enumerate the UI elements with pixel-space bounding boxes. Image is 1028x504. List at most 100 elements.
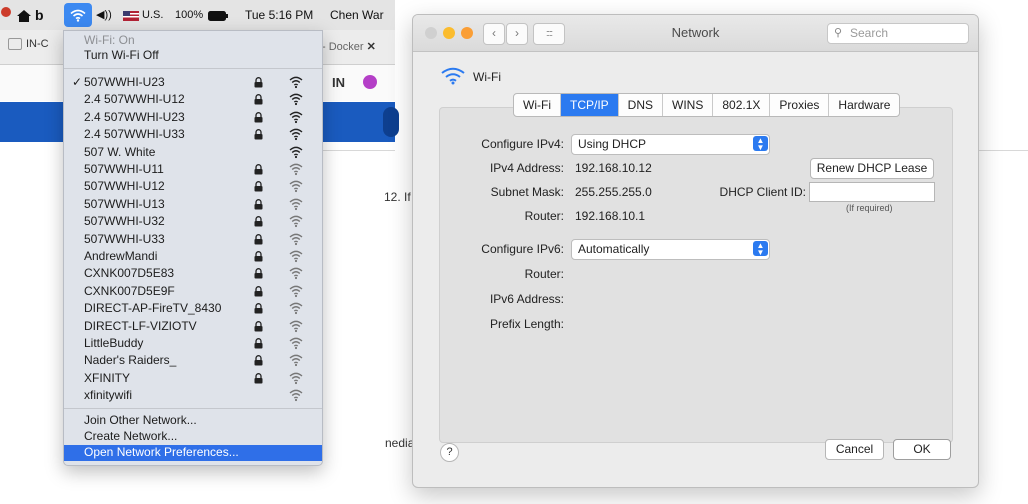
wifi-network-item[interactable]: AndrewMandi xyxy=(64,249,322,264)
browser-tab-right[interactable]: - Docker ✕ xyxy=(322,40,376,53)
popup-arrows-icon: ▲ ▼ xyxy=(753,241,768,257)
configure-ipv6-popup[interactable]: Automatically ▲ ▼ xyxy=(571,239,770,260)
tab-802-1x[interactable]: 802.1X xyxy=(713,94,771,116)
lock-icon xyxy=(254,303,263,314)
tab-close-icon[interactable]: ✕ xyxy=(367,41,376,53)
wifi-network-item[interactable]: ✓ 507WWHI-U23 xyxy=(64,75,322,90)
search-icon: ⚲ xyxy=(834,27,843,39)
wifi-network-name: 507WWHI-U13 xyxy=(84,196,165,211)
interface-name: Wi-Fi xyxy=(473,70,501,84)
browser-tab-left[interactable]: IN-C xyxy=(8,38,49,51)
home-icon[interactable] xyxy=(16,0,32,30)
wifi-icon xyxy=(441,67,465,85)
tab-tcp-ip[interactable]: TCP/IP xyxy=(560,94,619,116)
wifi-network-item[interactable]: 507 W. White xyxy=(64,145,322,160)
lock-icon xyxy=(254,285,263,297)
open-network-preferences-item[interactable]: Open Network Preferences... xyxy=(64,445,322,461)
wifi-network-name: 507WWHI-U33 xyxy=(84,231,165,246)
wifi-network-item[interactable]: 507WWHI-U33 xyxy=(64,232,322,247)
ipv4-address-value: 192.168.10.12 xyxy=(575,161,652,175)
wifi-network-name: XFINITY xyxy=(84,370,131,385)
wifi-network-name: AndrewMandi xyxy=(84,249,158,263)
battery-percent[interactable]: 100% xyxy=(175,0,203,30)
wifi-network-item[interactable]: LittleBuddy xyxy=(64,336,322,351)
lock-icon xyxy=(254,129,263,140)
wifi-signal-icon xyxy=(289,180,303,193)
tab-wi-fi[interactable]: Wi-Fi xyxy=(514,94,561,116)
menu-separator xyxy=(64,68,322,69)
wifi-network-item[interactable]: CXNK007D5E9F xyxy=(64,284,322,299)
extension-icon[interactable]: IN xyxy=(332,75,345,90)
wifi-network-item[interactable]: Nader's Raiders_ xyxy=(64,353,322,368)
wifi-network-item[interactable]: 507WWHI-U12 xyxy=(64,179,322,194)
divider xyxy=(321,150,395,151)
wifi-network-name: LittleBuddy xyxy=(84,336,144,350)
lock-icon xyxy=(254,372,263,384)
app-icon[interactable] xyxy=(0,0,12,30)
wifi-network-name: 2.4 507WWHI-U33 xyxy=(84,127,185,142)
wifi-signal-icon xyxy=(289,302,303,315)
wifi-network-item[interactable]: 2.4 507WWHI-U23 xyxy=(64,110,322,125)
router-value: 192.168.10.1 xyxy=(575,209,646,223)
wifi-network-item[interactable]: 2.4 507WWHI-U33 xyxy=(64,127,322,142)
tab-hardware[interactable]: Hardware xyxy=(829,94,899,116)
search-input[interactable]: ⚲ Search xyxy=(827,23,969,44)
lock-icon xyxy=(254,181,263,192)
browser-header-button[interactable] xyxy=(383,107,399,137)
battery-icon[interactable] xyxy=(208,0,228,30)
input-source[interactable]: U.S. xyxy=(142,0,163,30)
wifi-signal-icon xyxy=(289,337,303,350)
volume-icon[interactable]: ◀)) xyxy=(96,0,112,30)
cancel-button[interactable]: Cancel xyxy=(825,439,884,460)
wifi-signal-icon xyxy=(289,233,303,246)
wifi-signal-icon xyxy=(289,285,303,298)
tab-proxies[interactable]: Proxies xyxy=(770,94,830,116)
wifi-network-item[interactable]: 507WWHI-U32 xyxy=(64,214,322,229)
lock-icon xyxy=(254,251,263,262)
lock-icon xyxy=(254,320,263,332)
page-text-fragment: nedia xyxy=(385,436,415,450)
tab-dns[interactable]: DNS xyxy=(619,94,663,116)
tab-wins[interactable]: WINS xyxy=(663,94,714,116)
configure-ipv4-popup[interactable]: Using DHCP ▲ ▼ xyxy=(571,134,770,155)
join-other-network-item[interactable]: Join Other Network... xyxy=(64,413,322,428)
subnet-mask-value: 255.255.255.0 xyxy=(575,185,652,199)
bing-icon[interactable]: b xyxy=(35,0,44,30)
wifi-signal-icon xyxy=(289,389,303,402)
lock-icon xyxy=(254,355,263,366)
wifi-network-name: 507WWHI-U32 xyxy=(84,214,165,229)
wifi-network-item[interactable]: xfinitywifi xyxy=(64,388,322,403)
renew-dhcp-lease-button[interactable]: Renew DHCP Lease xyxy=(810,158,934,179)
divider xyxy=(978,150,1028,151)
wifi-signal-icon xyxy=(289,163,303,176)
extension-2-icon[interactable] xyxy=(363,75,377,89)
wifi-network-item[interactable]: CXNK007D5E83 xyxy=(64,266,322,281)
wifi-network-item[interactable]: 2.4 507WWHI-U12 xyxy=(64,92,322,107)
network-preferences-window: ‹ › :::: Network ⚲ Search Wi-Fi Wi-Fi TCP… xyxy=(412,14,979,488)
wifi-network-item[interactable]: DIRECT-AP-FireTV_8430 xyxy=(64,301,322,316)
wifi-signal-icon xyxy=(289,372,303,385)
turn-wifi-off-item[interactable]: Turn Wi-Fi Off xyxy=(64,48,322,63)
create-network-item[interactable]: Create Network... xyxy=(64,429,322,444)
help-button[interactable]: ? xyxy=(440,443,459,462)
wifi-network-item[interactable]: 507WWHI-U11 xyxy=(64,162,322,177)
wifi-signal-icon xyxy=(289,76,303,89)
wifi-network-item[interactable]: XFINITY xyxy=(64,371,322,386)
wifi-dropdown-menu: Wi-Fi: On Turn Wi-Fi Off ✓ 507WWHI-U23 2.4… xyxy=(63,30,323,466)
wifi-signal-icon xyxy=(289,267,303,280)
wifi-menu-icon[interactable] xyxy=(64,3,92,27)
wifi-network-item[interactable]: DIRECT-LF-VIZIOTV xyxy=(64,319,322,334)
ok-button[interactable]: OK xyxy=(893,439,951,460)
user-name[interactable]: Chen War xyxy=(330,0,384,30)
wifi-network-item[interactable]: 507WWHI-U13 xyxy=(64,197,322,212)
lock-icon xyxy=(254,164,263,175)
flag-icon xyxy=(123,0,139,30)
dhcp-client-id-field[interactable] xyxy=(809,182,935,202)
prefix-length-label: Prefix Length: xyxy=(489,317,564,331)
wifi-network-name: 507WWHI-U23 xyxy=(84,75,165,89)
clock[interactable]: Tue 5:16 PM xyxy=(245,0,313,30)
wifi-signal-icon xyxy=(289,128,303,141)
wifi-status: Wi-Fi: On xyxy=(84,33,135,47)
wifi-signal-icon xyxy=(289,354,303,367)
window-titlebar: ‹ › :::: Network ⚲ Search xyxy=(413,15,978,52)
